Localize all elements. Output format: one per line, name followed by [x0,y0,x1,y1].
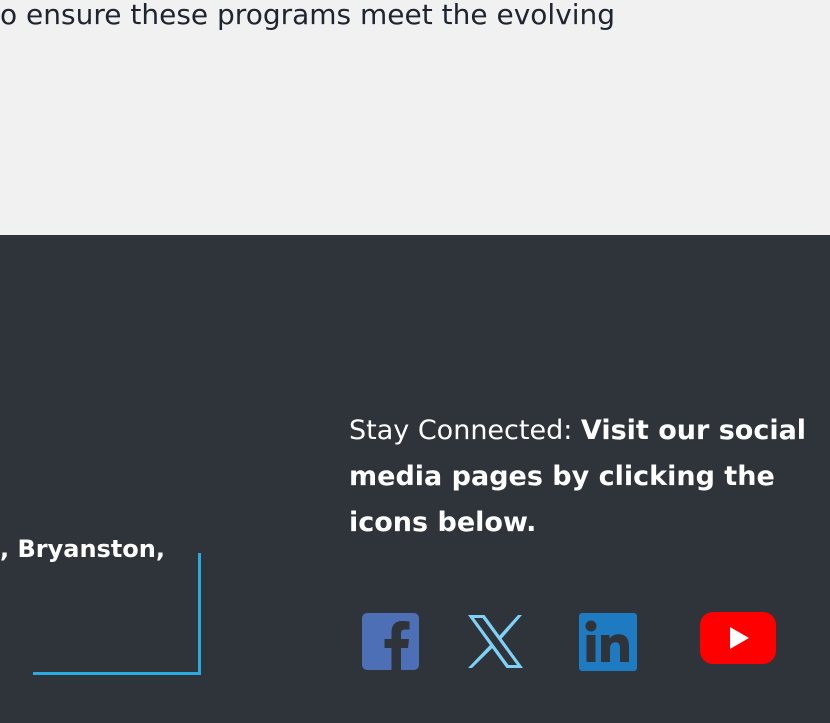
linkedin-link[interactable] [579,613,637,673]
youtube-icon [700,612,776,664]
intro-section: o ensure these programs meet the evolvin… [0,0,830,235]
facebook-icon [362,613,419,670]
stay-connected-label: Stay Connected: [349,415,581,446]
stay-connected-text: Stay Connected: Visit our social media p… [349,408,819,546]
address-frame-vertical [198,553,201,675]
site-footer: , Bryanston, Stay Connected: Visit our s… [0,235,830,723]
x-link[interactable] [467,615,524,675]
youtube-link[interactable] [700,612,776,672]
address-frame-horizontal [33,672,201,675]
footer-address: , Bryanston, [0,535,165,563]
facebook-link[interactable] [362,613,419,673]
x-icon [468,615,523,668]
linkedin-icon [579,613,637,671]
intro-text: o ensure these programs meet the evolvin… [0,0,616,31]
page: o ensure these programs meet the evolvin… [0,0,830,723]
